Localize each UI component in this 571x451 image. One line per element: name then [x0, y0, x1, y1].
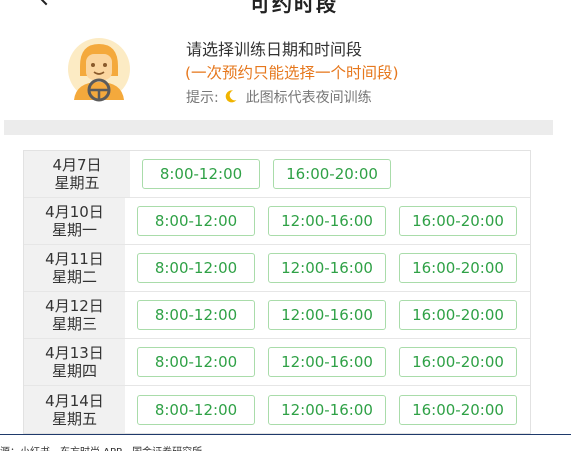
schedule-table: 4月7日 星期五 8:00-12:00 16:00-20:00 4月10日 星期一 8:00… [23, 150, 531, 434]
slot-group: 8:00-12:00 12:00-16:00 16:00-20:00 [125, 198, 530, 244]
instruction-text: 请选择训练日期和时间段 [186, 40, 363, 59]
time-slot-button[interactable]: 16:00-20:00 [399, 300, 517, 330]
hint-label: 提示: [186, 90, 219, 106]
weekday-label: 星期四 [51, 362, 97, 380]
time-slot-button[interactable]: 12:00-16:00 [268, 347, 386, 377]
time-slot-button[interactable]: 16:00-20:00 [273, 159, 391, 189]
time-slot-button[interactable]: 8:00-12:00 [137, 206, 255, 236]
time-slot-button[interactable]: 12:00-16:00 [268, 253, 386, 283]
weekday-label: 星期五 [51, 409, 97, 428]
date-cell: 4月10日 星期一 [24, 198, 125, 244]
schedule-row: 4月11日 星期二 8:00-12:00 12:00-16:00 16:00-20:00 [24, 245, 530, 292]
slot-group: 8:00-12:00 12:00-16:00 16:00-20:00 [125, 292, 530, 338]
date-label: 4月10日 [45, 203, 104, 221]
time-slot-button[interactable]: 12:00-16:00 [268, 206, 386, 236]
time-slot-button[interactable]: 8:00-12:00 [137, 300, 255, 330]
page-title: 可约时段 [250, 0, 338, 16]
slot-group: 8:00-12:00 12:00-16:00 16:00-20:00 [125, 339, 530, 385]
schedule-row: 4月10日 星期一 8:00-12:00 12:00-16:00 16:00-20:00 [24, 198, 530, 245]
back-arrow-icon[interactable] [34, 0, 58, 6]
footer-divider [0, 434, 571, 435]
top-bar: 可约时段 [0, 0, 571, 16]
time-slot-button[interactable]: 16:00-20:00 [399, 253, 517, 283]
time-slot-button[interactable]: 8:00-12:00 [142, 159, 260, 189]
date-label: 4月11日 [45, 250, 104, 268]
date-cell: 4月12日 星期三 [24, 292, 125, 338]
time-slot-button[interactable]: 8:00-12:00 [137, 253, 255, 283]
time-slot-button[interactable]: 16:00-20:00 [399, 206, 517, 236]
date-label: 4月7日 [52, 156, 102, 174]
date-cell: 4月14日 星期五 [24, 386, 125, 433]
time-slot-button[interactable]: 12:00-16:00 [268, 300, 386, 330]
weekday-label: 星期一 [51, 221, 97, 239]
moon-icon [225, 90, 237, 103]
slot-group: 8:00-12:00 12:00-16:00 16:00-20:00 [125, 245, 530, 291]
date-label: 4月14日 [45, 391, 104, 410]
weekday-label: 星期三 [51, 315, 97, 333]
info-panel: 请选择训练日期和时间段 (一次预约只能选择一个时间段) 提示: 此图标代表夜间训… [0, 30, 571, 118]
schedule-row: 4月13日 星期四 8:00-12:00 12:00-16:00 16:00-20:00 [24, 339, 530, 386]
weekday-label: 星期五 [54, 174, 100, 192]
schedule-row: 4月12日 星期三 8:00-12:00 12:00-16:00 16:00-20:00 [24, 292, 530, 339]
single-slot-warning: (一次预约只能选择一个时间段) [185, 64, 399, 82]
date-cell: 4月7日 星期五 [24, 151, 130, 197]
weekday-label: 星期二 [51, 268, 97, 286]
driving-instructor-avatar [68, 38, 130, 102]
schedule-row: 4月14日 星期五 8:00-12:00 12:00-16:00 16:00-20:00 [24, 386, 530, 433]
date-label: 4月12日 [45, 297, 104, 315]
date-cell: 4月13日 星期四 [24, 339, 125, 385]
slot-group: 8:00-12:00 16:00-20:00 [130, 151, 530, 197]
time-slot-button[interactable]: 12:00-16:00 [268, 394, 386, 425]
time-slot-button[interactable]: 16:00-20:00 [399, 394, 517, 425]
time-slot-button[interactable]: 8:00-12:00 [137, 347, 255, 377]
time-slot-button[interactable]: 8:00-12:00 [137, 394, 255, 425]
date-cell: 4月11日 星期二 [24, 245, 125, 291]
date-label: 4月13日 [45, 344, 104, 362]
time-slot-button[interactable]: 16:00-20:00 [399, 347, 517, 377]
source-note: 源：小红书、东方时尚 APP、国金证券研究所 [0, 443, 202, 451]
slot-group: 8:00-12:00 12:00-16:00 16:00-20:00 [125, 386, 530, 433]
hint-line: 提示: 此图标代表夜间训练 [186, 87, 372, 107]
schedule-row: 4月7日 星期五 8:00-12:00 16:00-20:00 [24, 151, 530, 198]
section-divider [4, 120, 553, 135]
hint-text: 此图标代表夜间训练 [245, 90, 372, 106]
